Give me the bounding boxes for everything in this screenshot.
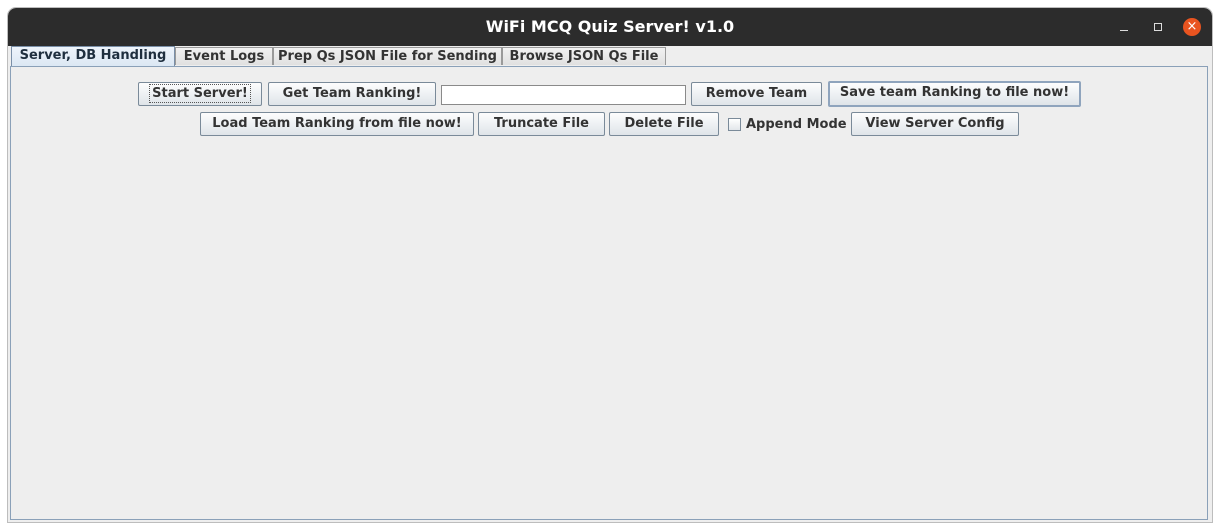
tab-server-db-handling[interactable]: Server, DB Handling [11, 46, 175, 67]
load-ranking-button[interactable]: Load Team Ranking from file now! [200, 112, 474, 136]
team-name-input[interactable] [441, 85, 686, 105]
close-glyph: × [1183, 18, 1201, 36]
app-window: WiFi MCQ Quiz Server! v1.0 × Server, DB … [8, 8, 1212, 522]
tab-prep-qs-json[interactable]: Prep Qs JSON File for Sending [273, 47, 502, 65]
tab-event-logs[interactable]: Event Logs [175, 47, 273, 65]
title-bar[interactable]: WiFi MCQ Quiz Server! v1.0 × [8, 8, 1212, 46]
tab-browse-json-qs[interactable]: Browse JSON Qs File [502, 47, 666, 65]
view-server-config-button[interactable]: View Server Config [851, 112, 1019, 136]
truncate-file-label: Truncate File [493, 116, 589, 131]
tab-label: Server, DB Handling [19, 48, 167, 63]
close-icon[interactable]: × [1182, 17, 1202, 37]
tab-label: Browse JSON Qs File [509, 49, 659, 64]
remove-team-label: Remove Team [705, 86, 808, 101]
get-team-ranking-label: Get Team Ranking! [282, 86, 422, 101]
server-db-panel: Start Server! Get Team Ranking! Remove T… [10, 66, 1208, 520]
append-mode-label: Append Mode [746, 116, 847, 132]
view-server-config-label: View Server Config [865, 116, 1005, 131]
tab-label: Event Logs [183, 49, 265, 64]
tab-label: Prep Qs JSON File for Sending [278, 49, 497, 64]
get-team-ranking-button[interactable]: Get Team Ranking! [268, 82, 436, 106]
maximize-icon[interactable] [1148, 17, 1168, 37]
window-title: WiFi MCQ Quiz Server! v1.0 [485, 17, 735, 36]
start-server-button[interactable]: Start Server! [138, 82, 262, 106]
save-ranking-button[interactable]: Save team Ranking to file now! [828, 81, 1081, 107]
save-ranking-label: Save team Ranking to file now! [839, 85, 1070, 100]
append-mode-checkbox[interactable]: Append Mode [728, 114, 847, 134]
main-content: Server, DB Handling Event Logs Prep Qs J… [8, 46, 1212, 522]
delete-file-label: Delete File [624, 116, 704, 131]
truncate-file-button[interactable]: Truncate File [478, 112, 605, 136]
checkbox-box[interactable] [728, 117, 741, 131]
delete-file-button[interactable]: Delete File [609, 112, 719, 136]
start-server-label: Start Server! [149, 84, 251, 103]
remove-team-button[interactable]: Remove Team [691, 82, 822, 106]
minimize-icon[interactable] [1114, 17, 1134, 37]
load-ranking-label: Load Team Ranking from file now! [212, 116, 462, 131]
